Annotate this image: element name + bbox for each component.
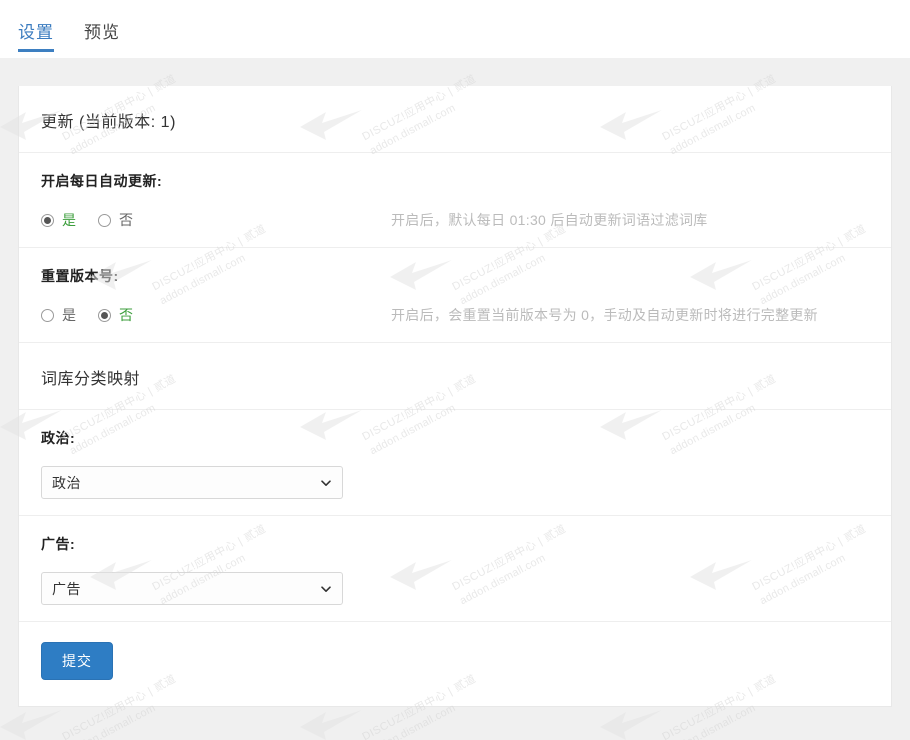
control-row: 是 否 开启后，会重置当前版本号为 0，手动及自动更新时将进行完整更新	[41, 304, 869, 326]
page-body: 更新 (当前版本: 1) 开启每日自动更新: 是 否 开启后，默认每日 01:3…	[0, 58, 910, 740]
select-category-politics[interactable]: 政治	[41, 466, 343, 499]
field-reset-version-hint: 开启后，会重置当前版本号为 0，手动及自动更新时将进行完整更新	[391, 307, 818, 323]
select-wrap: 广告	[41, 572, 343, 605]
mapping-section-title: 词库分类映射	[41, 371, 141, 388]
tab-preview-label: 预览	[84, 23, 120, 42]
radio-daily-no-label: 否	[119, 212, 133, 228]
field-category-politics-label: 政治:	[41, 430, 76, 446]
field-reset-version: 重置版本号: 是 否 开启后，会重置当前版本号为 0，手动及自动更新时将进行完整…	[19, 248, 891, 342]
radio-group-daily-auto-update: 是 否	[41, 210, 391, 230]
field-reset-version-label: 重置版本号:	[41, 268, 119, 284]
submit-button[interactable]: 提交	[41, 642, 113, 680]
field-category-ads: 广告: 广告	[19, 516, 891, 621]
field-category-ads-label: 广告:	[41, 536, 76, 552]
radio-group-reset-version: 是 否	[41, 305, 391, 325]
radio-dot-icon	[41, 213, 54, 227]
field-daily-auto-update-hint: 开启后，默认每日 01:30 后自动更新词语过滤词库	[391, 212, 708, 228]
radio-reset-no-label: 否	[119, 307, 133, 323]
select-category-ads-value: 广告	[52, 580, 81, 597]
field-category-politics: 政治: 政治	[19, 410, 891, 515]
radio-daily-yes-label: 是	[62, 212, 76, 228]
control-row: 是 否 开启后，默认每日 01:30 后自动更新词语过滤词库	[41, 209, 869, 231]
select-category-ads[interactable]: 广告	[41, 572, 343, 605]
radio-dot-icon	[98, 213, 111, 227]
tab-settings[interactable]: 设置	[18, 0, 54, 52]
radio-reset-yes[interactable]: 是	[41, 305, 76, 325]
field-daily-auto-update-label: 开启每日自动更新:	[41, 173, 163, 189]
select-wrap: 政治	[41, 466, 343, 499]
tab-bar: 设置 预览	[0, 0, 910, 58]
radio-reset-yes-label: 是	[62, 307, 76, 323]
radio-daily-no[interactable]: 否	[98, 210, 133, 230]
settings-card: 更新 (当前版本: 1) 开启每日自动更新: 是 否 开启后，默认每日 01:3…	[18, 86, 892, 707]
submit-row: 提交	[19, 622, 891, 706]
radio-dot-icon	[98, 308, 111, 322]
field-daily-auto-update: 开启每日自动更新: 是 否 开启后，默认每日 01:30 后自动更新词语过滤词库	[19, 153, 891, 247]
tab-settings-label: 设置	[18, 23, 54, 42]
radio-reset-no[interactable]: 否	[98, 305, 133, 325]
chevron-down-icon	[320, 477, 332, 489]
select-category-politics-value: 政治	[52, 474, 81, 491]
tab-preview[interactable]: 预览	[84, 0, 120, 41]
radio-dot-icon	[41, 308, 54, 322]
update-section-title: 更新 (当前版本: 1)	[41, 114, 176, 131]
chevron-down-icon	[320, 583, 332, 595]
radio-daily-yes[interactable]: 是	[41, 210, 76, 230]
